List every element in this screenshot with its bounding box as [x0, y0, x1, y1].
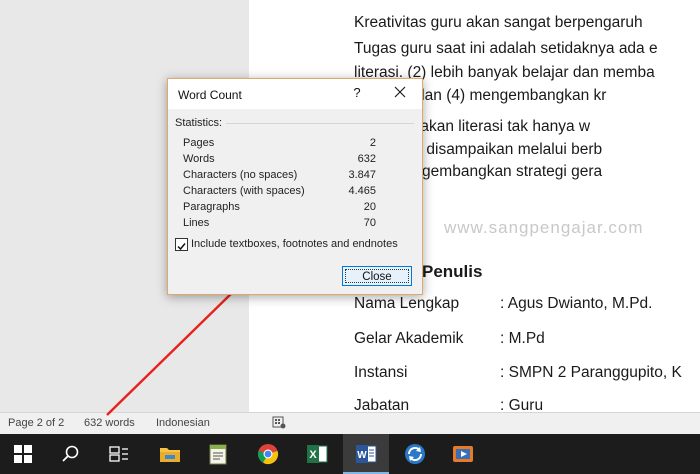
word-count-dialog: Word Count ? Statistics: Pages 2 Words 632… — [167, 78, 423, 295]
task-view-icon[interactable] — [96, 434, 142, 474]
close-button[interactable]: Close — [342, 266, 412, 286]
dialog-title: Word Count — [178, 88, 242, 102]
windows-start-icon[interactable] — [0, 434, 46, 474]
dialog-body: Statistics: Pages 2 Words 632 Characters (… — [168, 109, 422, 294]
include-textboxes-checkbox[interactable] — [175, 238, 188, 251]
taskbar: X W — [0, 434, 700, 474]
doc-line: Tugas guru saat ini adalah setidaknya ad… — [354, 40, 658, 57]
watermark: www.sangpengajar.com — [444, 218, 644, 237]
notepad-icon[interactable] — [195, 434, 241, 474]
svg-text:X: X — [309, 449, 317, 461]
search-icon[interactable] — [48, 434, 94, 474]
page-indicator[interactable]: Page 2 of 2 — [8, 417, 64, 429]
include-textboxes-label[interactable]: Include textboxes, footnotes and endnote… — [191, 238, 398, 250]
media-player-icon[interactable] — [440, 434, 486, 474]
section-heading: Penulis — [422, 262, 483, 281]
word-count-indicator[interactable]: 632 words — [84, 417, 135, 429]
statistics-label: Statistics: — [175, 117, 223, 129]
macro-record-icon[interactable] — [272, 416, 286, 432]
help-button[interactable]: ? — [350, 85, 364, 100]
excel-icon[interactable]: X — [294, 434, 340, 474]
chrome-icon[interactable] — [245, 434, 291, 474]
svg-text:W: W — [357, 450, 367, 461]
word-icon[interactable]: W — [343, 434, 389, 474]
status-bar: Page 2 of 2 632 words Indonesian — [0, 412, 700, 434]
close-icon[interactable] — [392, 84, 408, 100]
doc-line: Kreativitas guru akan sangat berpengaruh — [354, 14, 643, 31]
sync-icon[interactable] — [392, 434, 438, 474]
divider — [226, 123, 414, 124]
file-explorer-icon[interactable] — [147, 434, 193, 474]
language-indicator[interactable]: Indonesian — [156, 417, 210, 429]
